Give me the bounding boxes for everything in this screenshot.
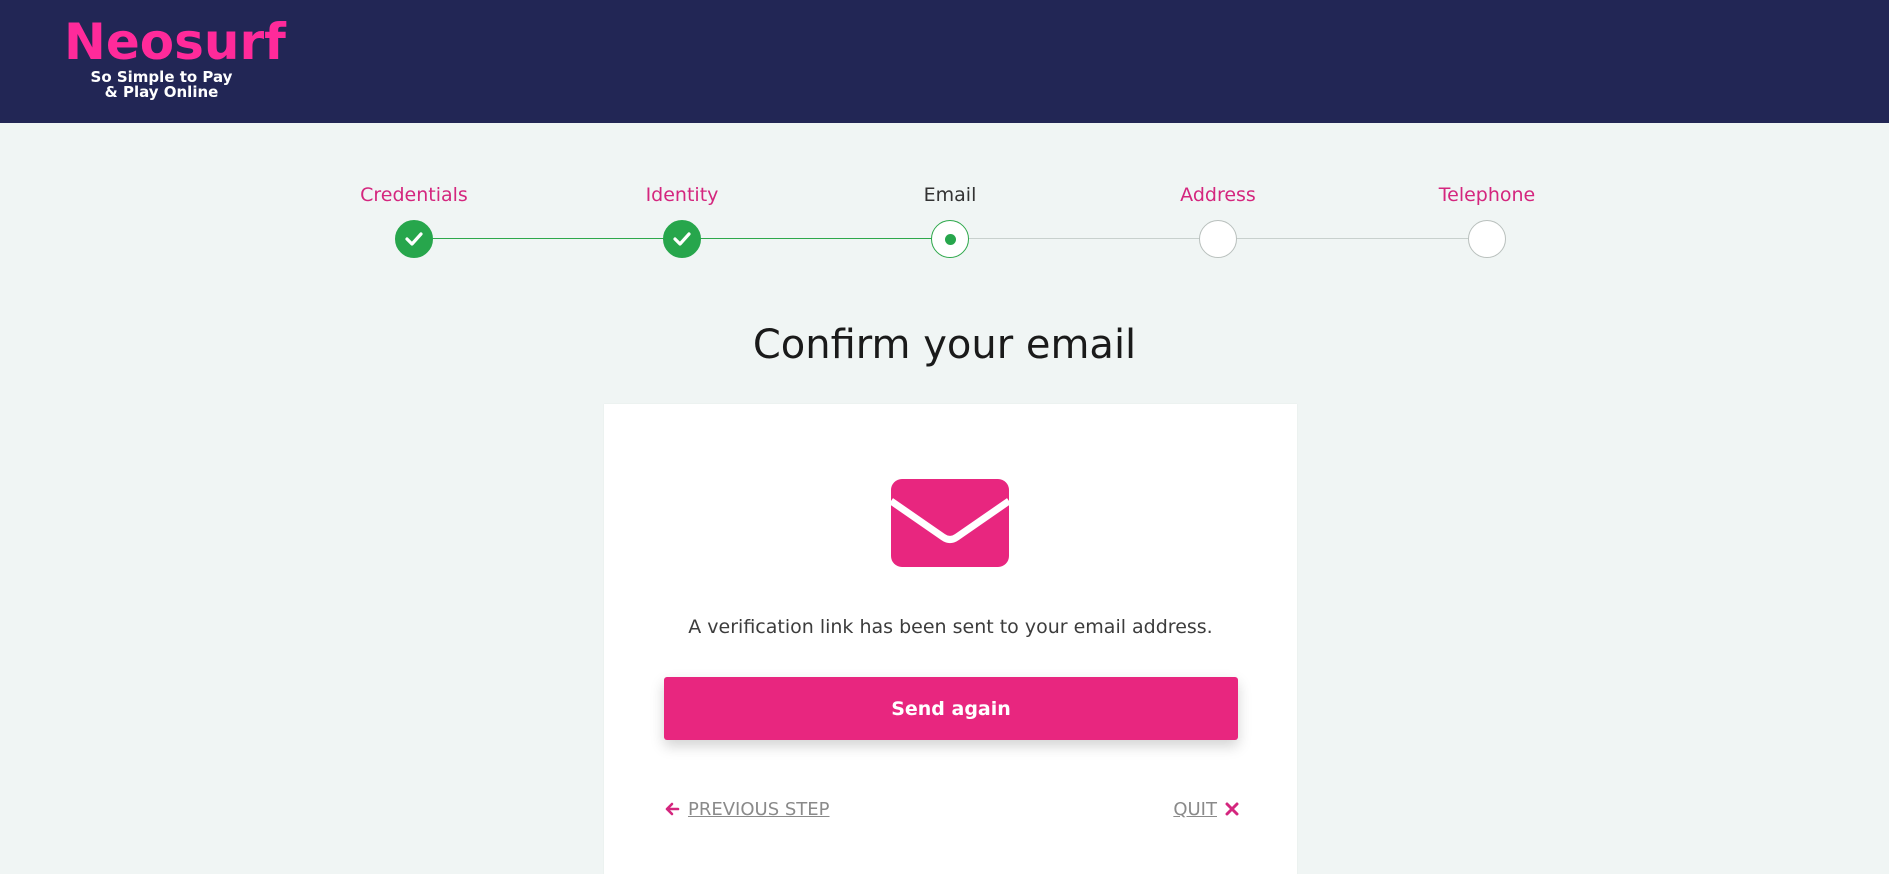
step-label-telephone: Telephone <box>1438 184 1536 206</box>
checkmark-icon <box>405 232 423 246</box>
logo-tagline-line2: & Play Online <box>104 83 219 101</box>
step-indicator-address <box>1199 220 1237 258</box>
step-indicator-email <box>931 220 969 258</box>
neosurf-logo[interactable]: Neosurf So Simple to Pay & Play Online <box>64 13 286 104</box>
progress-stepper: Credentials Identity Email Address Telep… <box>0 180 1889 260</box>
header-bar: Neosurf So Simple to Pay & Play Online <box>0 0 1889 123</box>
quit-label: QUIT <box>1173 798 1217 820</box>
logo-wordmark: Neosurf <box>64 13 286 71</box>
verification-message: A verification link has been sent to you… <box>688 616 1213 638</box>
step-label-email: Email <box>923 184 977 206</box>
step-indicator-telephone <box>1468 220 1506 258</box>
step-indicator-identity <box>663 220 701 258</box>
quit-link[interactable]: QUIT <box>1173 796 1239 822</box>
step-indicator-credentials <box>395 220 433 258</box>
envelope-icon <box>891 479 1009 567</box>
step-label-credentials: Credentials <box>360 184 468 206</box>
stepper-connector <box>414 238 682 239</box>
previous-step-link[interactable]: PREVIOUS STEP <box>664 796 830 822</box>
stepper-connector <box>682 238 950 239</box>
send-again-button[interactable]: Send again <box>664 677 1238 740</box>
confirm-email-card: A verification link has been sent to you… <box>604 404 1297 874</box>
previous-step-label: PREVIOUS STEP <box>688 798 830 820</box>
close-icon <box>1225 802 1239 816</box>
step-label-identity: Identity <box>645 184 719 206</box>
page-title: Confirm your email <box>752 322 1137 368</box>
current-step-dot-icon <box>944 233 956 245</box>
checkmark-icon <box>673 232 691 246</box>
stepper-connector <box>950 238 1218 239</box>
step-label-address: Address <box>1180 184 1256 206</box>
arrow-left-icon <box>665 802 680 816</box>
stepper-connector <box>1218 238 1487 239</box>
